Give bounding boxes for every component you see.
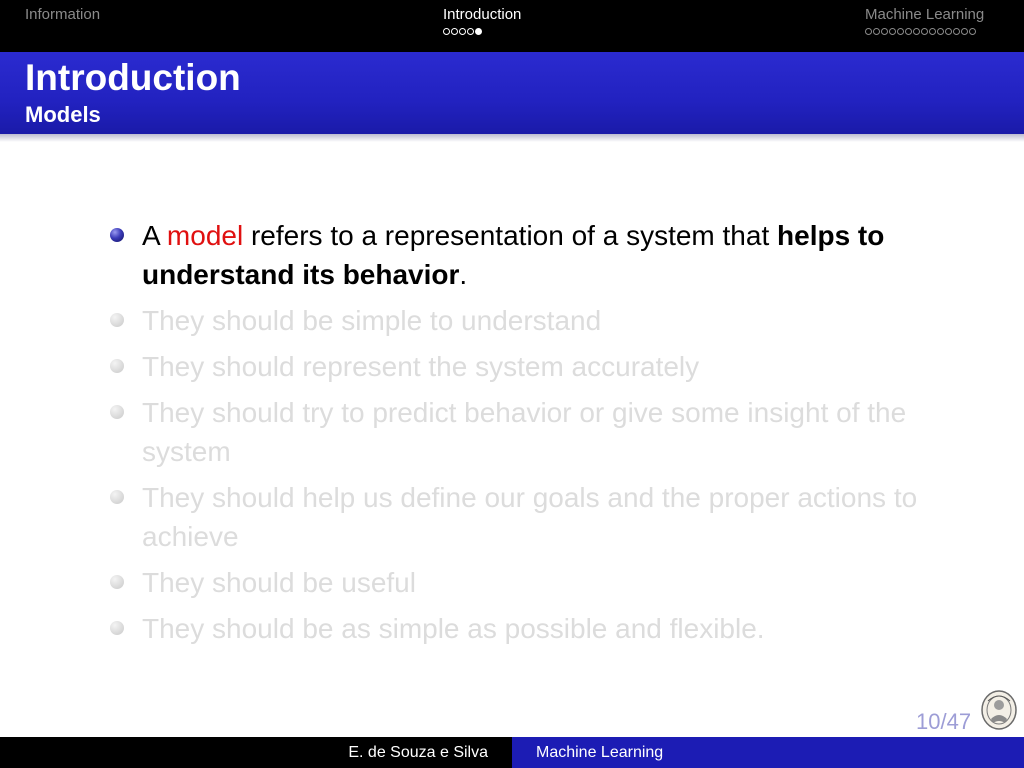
bullet-text: They should represent the system accurat…	[142, 351, 700, 382]
nav-section-label[interactable]: Information	[25, 6, 100, 23]
nav-frame-dot[interactable]	[905, 28, 912, 35]
bullet-text: They should be useful	[142, 567, 416, 598]
ball-bullet-icon	[110, 359, 124, 373]
nav-frame-dot[interactable]	[945, 28, 952, 35]
nav-frame-dot[interactable]	[953, 28, 960, 35]
frame-title-bar: Introduction Models	[0, 52, 1024, 142]
bullet-text-part: refers to a representation of a system t…	[243, 220, 778, 251]
nav-frame-dot[interactable]	[969, 28, 976, 35]
list-item: They should help us define our goals and…	[110, 478, 940, 556]
ball-bullet-icon	[110, 228, 124, 242]
nav-frame-dot[interactable]	[921, 28, 928, 35]
nav-frame-dot[interactable]	[913, 28, 920, 35]
bullet-text-part: A	[142, 220, 167, 251]
bullet-text: They should be as simple as possible and…	[142, 613, 765, 644]
nav-frame-dot[interactable]	[897, 28, 904, 35]
nav-frame-dot[interactable]	[873, 28, 880, 35]
nav-section-label[interactable]: Machine Learning	[865, 6, 984, 23]
nav-section-introduction[interactable]: Introduction	[443, 6, 521, 35]
ball-bullet-icon	[110, 313, 124, 327]
list-item: They should be simple to understand	[110, 301, 940, 340]
bullet-text-part: .	[459, 259, 468, 290]
nav-section-information[interactable]: Information	[25, 6, 100, 23]
footer-title-text: Machine Learning	[536, 743, 664, 761]
bullet-list: A model refers to a representation of a …	[110, 216, 940, 655]
nav-frame-dot[interactable]	[929, 28, 936, 35]
nav-frame-dot[interactable]	[467, 28, 474, 35]
footer-title: Machine Learning	[512, 737, 1024, 768]
bullet-text: They should try to predict behavior or g…	[142, 397, 907, 467]
ball-bullet-icon	[110, 575, 124, 589]
ball-bullet-icon	[110, 490, 124, 504]
nav-frame-dot[interactable]	[937, 28, 944, 35]
bullet-text: They should be simple to understand	[142, 305, 602, 336]
navigation-bar: Information Introduction Machine Learnin…	[0, 0, 1024, 52]
footer: E. de Souza e Silva Machine Learning	[0, 737, 1024, 768]
list-item: They should be as simple as possible and…	[110, 609, 940, 648]
list-item: They should be useful	[110, 563, 940, 602]
list-item: They should represent the system accurat…	[110, 347, 940, 386]
nav-frame-dot[interactable]	[865, 28, 872, 35]
nav-frame-dots	[443, 28, 521, 35]
nav-frame-dot[interactable]	[881, 28, 888, 35]
ball-bullet-icon	[110, 405, 124, 419]
bullet-text: They should help us define our goals and…	[142, 482, 918, 552]
nav-frame-dot[interactable]	[889, 28, 896, 35]
highlighted-term: model	[166, 220, 244, 251]
nav-frame-dot[interactable]	[451, 28, 458, 35]
nav-frame-dot[interactable]	[459, 28, 466, 35]
footer-author-text: E. de Souza e Silva	[348, 743, 488, 761]
page-number: 10/47	[916, 709, 972, 734]
list-item: They should try to predict behavior or g…	[110, 393, 940, 471]
nav-frame-dot[interactable]	[475, 28, 482, 35]
frame-title: Introduction	[25, 57, 241, 98]
nav-section-label[interactable]: Introduction	[443, 6, 521, 23]
nav-section-machine-learning[interactable]: Machine Learning	[865, 6, 984, 35]
nav-frame-dots	[865, 28, 984, 35]
ball-bullet-icon	[110, 621, 124, 635]
university-seal-icon	[981, 690, 1017, 730]
footer-author: E. de Souza e Silva	[0, 737, 512, 768]
list-item: A model refers to a representation of a …	[110, 216, 940, 294]
nav-frame-dot[interactable]	[443, 28, 450, 35]
frame-subtitle: Models	[25, 102, 101, 127]
nav-frame-dot[interactable]	[961, 28, 968, 35]
